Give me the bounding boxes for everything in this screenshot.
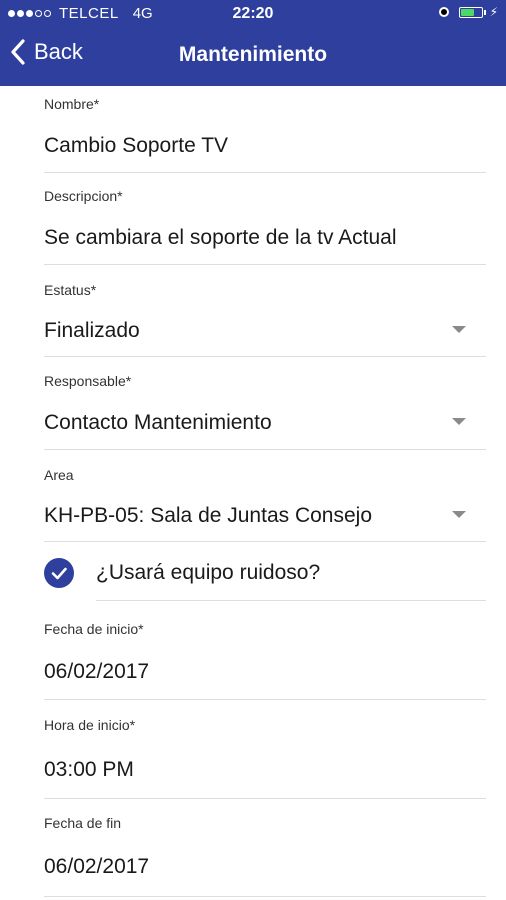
estatus-field[interactable]: Estatus* Finalizado [44,264,486,357]
status-right: ⚡ [438,5,498,19]
charging-bolt-icon: ⚡ [489,5,498,19]
fecha-inicio-field[interactable]: Fecha de inicio* 06/02/2017 [44,602,486,700]
battery-cap [483,9,486,15]
nombre-value[interactable]: Cambio Soporte TV [44,134,424,158]
hora-inicio-label: Hora de inicio* [44,717,136,733]
status-bar: TELCEL 4G 22:20 ⚡ [0,0,506,28]
responsable-label: Responsable* [44,373,132,389]
estatus-label: Estatus* [44,282,97,298]
area-field[interactable]: Area KH-PB-05: Sala de Juntas Consejo [44,449,486,542]
divider [96,600,486,601]
fecha-fin-value[interactable]: 06/02/2017 [44,855,424,879]
fecha-inicio-label: Fecha de inicio* [44,621,144,637]
descripcion-field[interactable]: Descripcion* Se cambiara el soporte de l… [44,172,486,265]
responsable-value[interactable]: Contacto Mantenimiento [44,411,424,435]
dropdown-caret-icon[interactable] [452,418,466,425]
fecha-inicio-value[interactable]: 06/02/2017 [44,660,424,684]
hora-inicio-value[interactable]: 03:00 PM [44,758,424,782]
descripcion-label: Descripcion* [44,188,123,204]
nombre-label: Nombre* [44,96,100,112]
nombre-field[interactable]: Nombre* Cambio Soporte TV [44,86,486,173]
ruidoso-label: ¿Usará equipo ruidoso? [96,561,321,584]
checkmark-icon [51,567,67,580]
battery-icon [458,6,483,18]
descripcion-value[interactable]: Se cambiara el soporte de la tv Actual [44,226,424,250]
estatus-value[interactable]: Finalizado [44,319,424,343]
status-time: 22:20 [232,5,274,22]
battery-fill [460,8,474,16]
app-header: TELCEL 4G 22:20 ⚡ Back Mantenimiento [0,0,506,86]
dropdown-caret-icon[interactable] [452,326,466,333]
dropdown-caret-icon[interactable] [452,511,466,518]
hora-inicio-field[interactable]: Hora de inicio* 03:00 PM [44,699,486,799]
area-value[interactable]: KH-PB-05: Sala de Juntas Consejo [44,504,424,528]
responsable-field[interactable]: Responsable* Contacto Mantenimiento [44,356,486,450]
fecha-fin-label: Fecha de fin [44,815,122,831]
ruidoso-checkbox-row[interactable]: ¿Usará equipo ruidoso? [0,542,506,602]
alarm-icon [438,7,449,17]
fecha-fin-field[interactable]: Fecha de fin 06/02/2017 [44,798,486,897]
area-label: Area [44,467,74,483]
ruidoso-checkbox[interactable] [44,558,74,588]
nav-bar: Back Mantenimiento [0,28,506,86]
page-title: Mantenimiento [178,43,328,66]
